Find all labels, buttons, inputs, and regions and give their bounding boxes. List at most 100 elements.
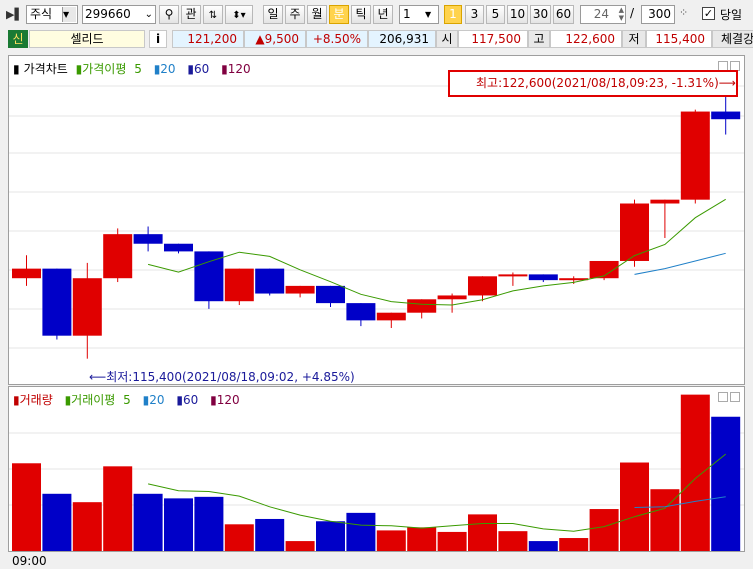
view-count-input[interactable]: 24 ▲ ▼ (580, 5, 626, 24)
interval-30[interactable]: 30 (530, 5, 551, 24)
trade-volume: 206,931 (368, 30, 436, 48)
interval-5[interactable]: 5 (486, 5, 505, 24)
candle (316, 285, 345, 307)
candle-body (498, 274, 528, 277)
candle (620, 199, 649, 267)
high-price: 122,600 (550, 30, 622, 48)
volume-bar (468, 514, 497, 551)
interval-1-badge[interactable]: 1 (444, 5, 462, 24)
current-price: 121,200 (172, 30, 244, 48)
candle (468, 276, 497, 302)
interval-60[interactable]: 60 (553, 5, 574, 24)
candle-body (346, 303, 376, 321)
period-month[interactable]: 월 (307, 5, 327, 24)
period-week[interactable]: 주 (285, 5, 305, 24)
legend-price-chart: 가격차트 (23, 62, 68, 76)
panel-close-icon[interactable] (730, 392, 740, 402)
candle (164, 243, 193, 254)
legend-marker-icon: ▮ (13, 62, 20, 76)
period-year[interactable]: 년 (373, 5, 393, 24)
volume-chart[interactable] (9, 387, 744, 551)
info-button[interactable]: i (149, 30, 167, 48)
candle (194, 251, 224, 309)
time-axis-label: 09:00 (12, 554, 47, 568)
volume-bar (12, 463, 41, 551)
volume-bar (376, 530, 406, 551)
candle-body (376, 312, 406, 321)
period-minute[interactable]: 분 (329, 5, 349, 24)
total-count-input[interactable]: 300 (641, 5, 675, 24)
candle (285, 285, 315, 298)
volume-bar (711, 416, 741, 551)
candle-body (650, 199, 680, 204)
volume-bar (589, 509, 619, 551)
volume-bar (224, 524, 254, 551)
candle (346, 303, 376, 327)
settings-grid-icon[interactable]: ⁘ (679, 6, 688, 19)
candle-body (680, 111, 710, 200)
candle-body (255, 268, 285, 294)
volume-bar (346, 512, 376, 551)
volume-bar (316, 521, 345, 551)
volume-bar (164, 498, 193, 551)
transfer-button[interactable]: ⇅ (203, 5, 223, 24)
candle (498, 272, 528, 286)
volume-panel-buttons (716, 391, 740, 405)
candle-body (407, 299, 437, 313)
swap-icon: ⇅ (208, 10, 218, 21)
candle (680, 109, 710, 204)
updown-icon: ⬍▾ (232, 10, 246, 21)
today-checkbox[interactable]: ✓ (702, 7, 715, 20)
panel-minimize-icon[interactable] (718, 392, 728, 402)
low-annotation: ⟵최저:115,400(2021/08/18,09:02, +4.85%) (89, 370, 355, 384)
stock-code-input[interactable]: 299660 ⌄ (82, 5, 156, 24)
interval-select[interactable]: 1 ▼ (399, 5, 439, 24)
price-change: ▲9,500 (244, 30, 306, 48)
period-tick[interactable]: 틱 (351, 5, 371, 24)
volume-chart-panel: ▮거래량 ▮거래이평 5 ▮20 ▮60 ▮120 (8, 386, 745, 552)
market-select[interactable]: 주식 ▼ (26, 5, 78, 24)
credit-tag: 신 (8, 30, 28, 48)
legend-vol-ma20: ▮20 (142, 393, 165, 407)
candle-body (133, 234, 163, 244)
candle (224, 268, 254, 306)
toolbar: ▶▌ 주식 ▼ 299660 ⌄ ⚲ 관 ⇅ ⬍▾ 일 주 월 분 틱 년 1 … (0, 0, 753, 28)
today-label: 당일 (720, 8, 743, 22)
volume-bar (620, 462, 649, 551)
search-icon: ⚲ (164, 7, 174, 21)
period-day[interactable]: 일 (263, 5, 283, 24)
dropdown-arrow-icon: ▼ (62, 7, 76, 22)
legend-ma60: ▮60 (187, 62, 210, 76)
trade-strength-label: 체결강 (712, 30, 753, 48)
candle (255, 268, 285, 296)
volume-bar (680, 394, 710, 551)
legend-vol-ma120: ▮120 (210, 393, 240, 407)
volume-bar (72, 502, 102, 551)
volume-bar (255, 518, 285, 551)
candle-body (12, 268, 41, 279)
open-price: 117,500 (458, 30, 528, 48)
price-change-pct: +8.50% (306, 30, 368, 48)
price-chart[interactable] (9, 56, 744, 384)
volume-bar (498, 531, 528, 551)
candle-body (103, 234, 133, 279)
search-button[interactable]: ⚲ (159, 5, 179, 24)
legend-vol-ma-label: ▮거래이평 5 (64, 393, 131, 407)
spin-updown-button[interactable]: ⬍▾ (225, 5, 253, 24)
candle (528, 274, 558, 283)
interval-10[interactable]: 10 (507, 5, 528, 24)
high-label: 고 (528, 30, 550, 48)
price-legend: ▮ 가격차트 ▮가격이평 5 ▮20 ▮60 ▮120 (13, 60, 259, 77)
count-separator: / (630, 6, 635, 20)
candle-body (42, 268, 72, 336)
volume-bar (285, 541, 315, 551)
candle-body (224, 268, 254, 302)
volume-bar (103, 466, 133, 551)
candle (103, 228, 133, 283)
candle (42, 268, 72, 340)
interval-3[interactable]: 3 (465, 5, 484, 24)
menu-icon[interactable]: ▶▌ (6, 8, 23, 21)
candle (407, 299, 437, 319)
candle (72, 262, 102, 359)
gwan-button[interactable]: 관 (181, 5, 201, 24)
